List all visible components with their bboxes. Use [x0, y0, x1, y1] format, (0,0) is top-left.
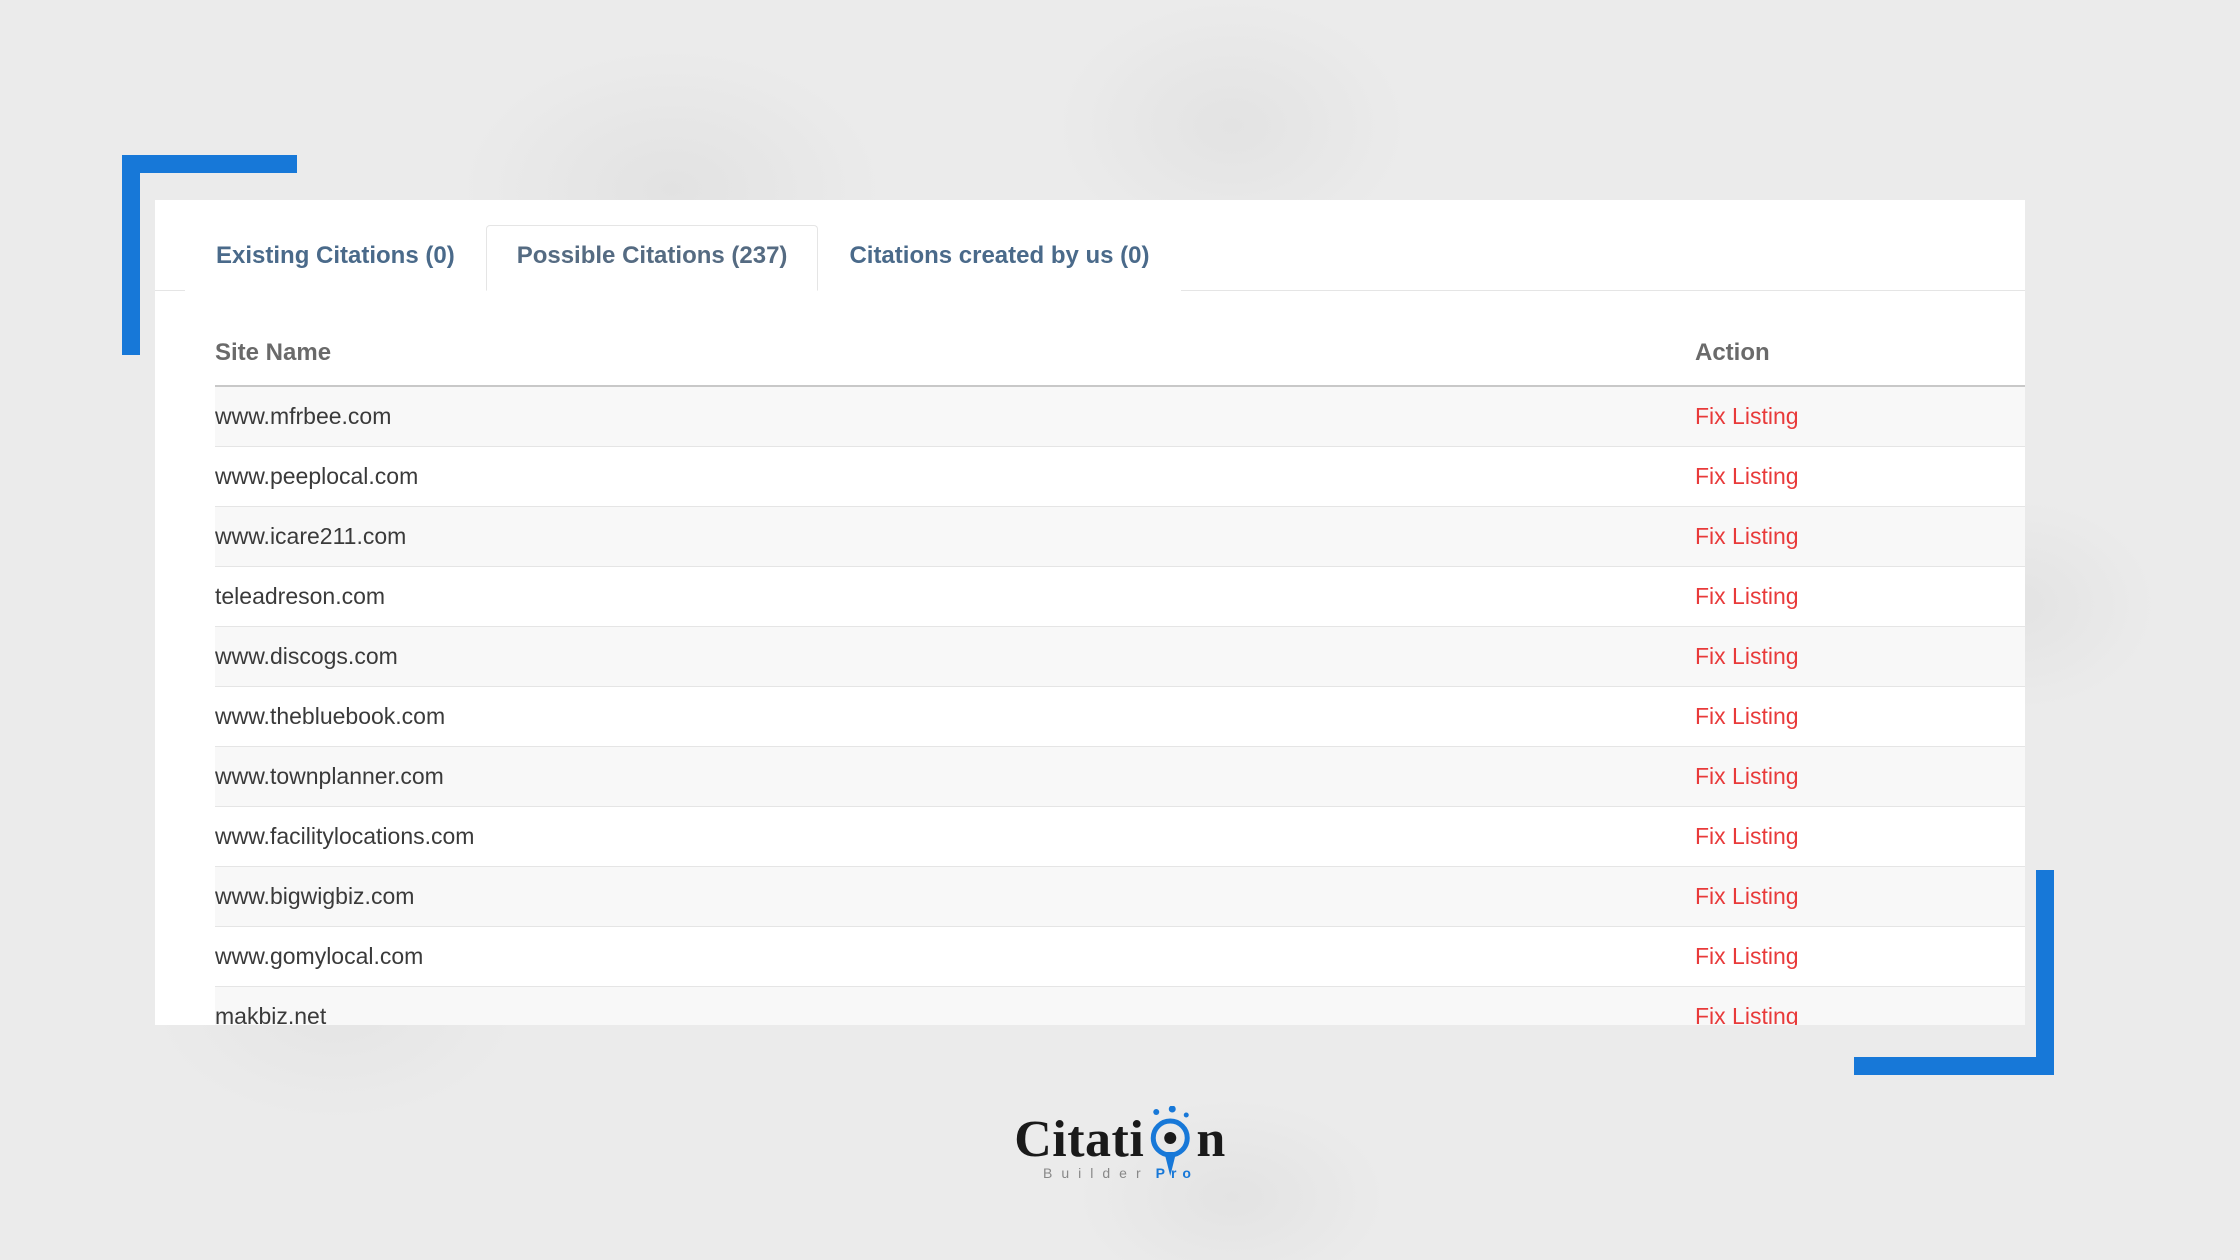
- cell-action: Fix Listing: [1695, 523, 2025, 550]
- cell-site-name: www.mfrbee.com: [215, 403, 1695, 430]
- fix-listing-link[interactable]: Fix Listing: [1695, 943, 1799, 969]
- cell-action: Fix Listing: [1695, 763, 2025, 790]
- table-row: www.facilitylocations.comFix Listing: [215, 807, 2025, 867]
- column-header-action: Action: [1695, 339, 2025, 367]
- citation-builder-pro-logo: Citati n BuilderPro: [1014, 1110, 1226, 1181]
- fix-listing-link[interactable]: Fix Listing: [1695, 1003, 1799, 1025]
- fix-listing-link[interactable]: Fix Listing: [1695, 523, 1799, 549]
- fix-listing-link[interactable]: Fix Listing: [1695, 583, 1799, 609]
- table-row: www.townplanner.comFix Listing: [215, 747, 2025, 807]
- table-row: makbiz.netFix Listing: [215, 987, 2025, 1025]
- citations-panel: Existing Citations (0) Possible Citation…: [155, 200, 2025, 1025]
- column-header-site-name: Site Name: [215, 339, 1695, 367]
- cell-action: Fix Listing: [1695, 463, 2025, 490]
- cell-site-name: www.facilitylocations.com: [215, 823, 1695, 850]
- cell-site-name: teleadreson.com: [215, 583, 1695, 610]
- table-row: www.peeplocal.comFix Listing: [215, 447, 2025, 507]
- cell-site-name: makbiz.net: [215, 1003, 1695, 1025]
- table-row: www.icare211.comFix Listing: [215, 507, 2025, 567]
- tabs-bar: Existing Citations (0) Possible Citation…: [155, 200, 2025, 291]
- fix-listing-link[interactable]: Fix Listing: [1695, 823, 1799, 849]
- cell-action: Fix Listing: [1695, 583, 2025, 610]
- fix-listing-link[interactable]: Fix Listing: [1695, 463, 1799, 489]
- logo-sub-builder: Builder: [1043, 1165, 1150, 1181]
- cell-site-name: www.bigwigbiz.com: [215, 883, 1695, 910]
- cell-action: Fix Listing: [1695, 643, 2025, 670]
- table-row: www.gomylocal.comFix Listing: [215, 927, 2025, 987]
- logo-main-text: Citati n: [1014, 1110, 1226, 1169]
- logo-text-part2: n: [1196, 1110, 1225, 1169]
- cell-site-name: www.thebluebook.com: [215, 703, 1695, 730]
- table-header-row: Site Name Action: [215, 321, 2025, 387]
- cell-site-name: www.peeplocal.com: [215, 463, 1695, 490]
- decorative-corner-top-left: [122, 155, 297, 355]
- fix-listing-link[interactable]: Fix Listing: [1695, 403, 1799, 429]
- cell-site-name: www.gomylocal.com: [215, 943, 1695, 970]
- citations-table: Site Name Action www.mfrbee.comFix Listi…: [215, 321, 2025, 1025]
- tab-possible-citations[interactable]: Possible Citations (237): [486, 225, 819, 291]
- decorative-corner-bottom-right: [1854, 870, 2054, 1075]
- logo-text-part1: Citati: [1014, 1110, 1144, 1169]
- fix-listing-link[interactable]: Fix Listing: [1695, 763, 1799, 789]
- cell-action: Fix Listing: [1695, 823, 2025, 850]
- cell-site-name: www.icare211.com: [215, 523, 1695, 550]
- table-row: www.bigwigbiz.comFix Listing: [215, 867, 2025, 927]
- table-row: teleadreson.comFix Listing: [215, 567, 2025, 627]
- logo-pin-icon: [1146, 1116, 1194, 1164]
- cell-site-name: www.townplanner.com: [215, 763, 1695, 790]
- tab-citations-created-by-us[interactable]: Citations created by us (0): [818, 225, 1180, 291]
- cell-action: Fix Listing: [1695, 403, 2025, 430]
- table-row: www.discogs.comFix Listing: [215, 627, 2025, 687]
- table-row: www.thebluebook.comFix Listing: [215, 687, 2025, 747]
- fix-listing-link[interactable]: Fix Listing: [1695, 703, 1799, 729]
- table-body: www.mfrbee.comFix Listingwww.peeplocal.c…: [215, 387, 2025, 1025]
- fix-listing-link[interactable]: Fix Listing: [1695, 643, 1799, 669]
- cell-site-name: www.discogs.com: [215, 643, 1695, 670]
- cell-action: Fix Listing: [1695, 703, 2025, 730]
- fix-listing-link[interactable]: Fix Listing: [1695, 883, 1799, 909]
- table-row: www.mfrbee.comFix Listing: [215, 387, 2025, 447]
